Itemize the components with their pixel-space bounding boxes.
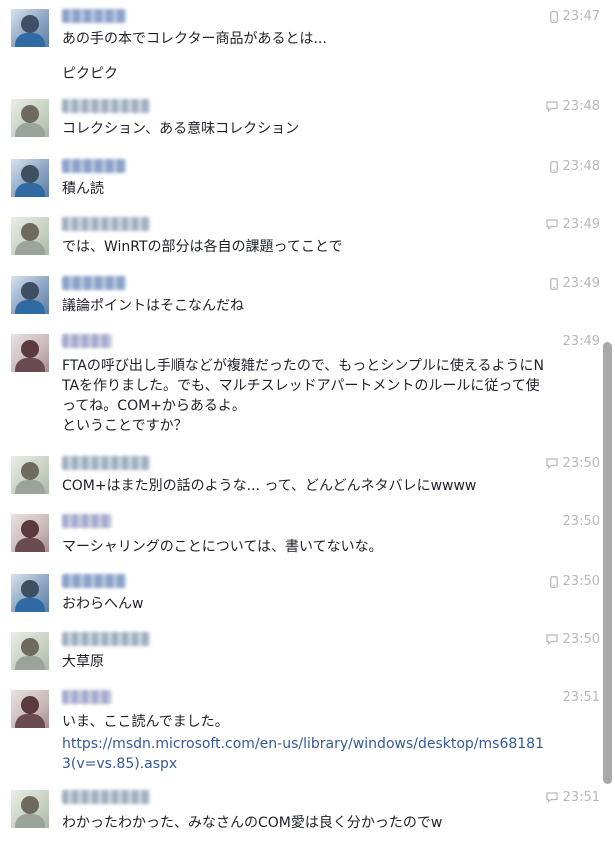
message-link[interactable]: https://msdn.microsoft.com/en-us/library… bbox=[62, 734, 552, 774]
avatar[interactable] bbox=[11, 99, 49, 137]
avatar[interactable] bbox=[11, 574, 49, 612]
sender-name-redacted[interactable] bbox=[62, 690, 112, 704]
message-text: コレクション、ある意味コレクション bbox=[62, 121, 300, 137]
sender-name-redacted[interactable] bbox=[62, 9, 126, 23]
message-timestamp: 23:48 bbox=[549, 159, 600, 175]
avatar[interactable] bbox=[11, 9, 49, 47]
message-timestamp: 23:50 bbox=[545, 632, 600, 648]
message-text: あの手の本でコレクター商品があるとは... bbox=[62, 31, 327, 47]
avatar[interactable] bbox=[11, 217, 49, 255]
mobile-icon bbox=[549, 575, 558, 588]
message-text: ピクピク bbox=[62, 66, 118, 82]
message-timestamp: 23:49 bbox=[549, 276, 600, 292]
message-timestamp: 23:48 bbox=[545, 99, 600, 115]
chat-icon bbox=[545, 219, 558, 230]
sender-name-redacted[interactable] bbox=[62, 159, 126, 173]
message-timestamp: 23:50 bbox=[562, 514, 600, 529]
sender-name-redacted[interactable] bbox=[62, 99, 150, 113]
sender-name-redacted[interactable] bbox=[62, 514, 112, 528]
chat-icon bbox=[545, 792, 558, 803]
message-text: 積ん読 bbox=[62, 181, 104, 197]
message-text: 大草原 bbox=[62, 654, 104, 670]
mobile-icon bbox=[549, 10, 558, 23]
message-timestamp: 23:49 bbox=[545, 217, 600, 233]
mobile-icon bbox=[549, 277, 558, 290]
sender-name-redacted[interactable] bbox=[62, 456, 150, 470]
mobile-icon bbox=[549, 160, 558, 173]
scrollbar[interactable] bbox=[603, 0, 612, 841]
chat-icon bbox=[545, 458, 558, 469]
message-text: FTAの呼び出し手順などが複雑だったので、もっとシンプルに使えるようにNTAを作… bbox=[62, 358, 544, 434]
avatar[interactable] bbox=[11, 456, 49, 494]
message-text: COM+はまた別の話のような... って、どんどんネタバレにwwww bbox=[62, 478, 477, 494]
message-timestamp: 23:50 bbox=[549, 574, 600, 590]
scrollbar-thumb[interactable] bbox=[603, 342, 612, 784]
message-text: 議論ポイントはそこなんだね bbox=[62, 298, 244, 314]
message-timestamp: 23:49 bbox=[562, 334, 600, 349]
sender-name-redacted[interactable] bbox=[62, 632, 150, 646]
message-text: わかったわかった、みなさんのCOM愛は良く分かったのでw bbox=[62, 815, 443, 831]
chat-icon bbox=[545, 634, 558, 645]
avatar[interactable] bbox=[11, 790, 49, 828]
message-text: マーシャリングのことについては、書いてないな。 bbox=[62, 539, 383, 555]
avatar[interactable] bbox=[11, 690, 49, 728]
sender-name-redacted[interactable] bbox=[62, 574, 126, 588]
avatar[interactable] bbox=[11, 276, 49, 314]
avatar[interactable] bbox=[11, 632, 49, 670]
sender-name-redacted[interactable] bbox=[62, 334, 112, 348]
avatar[interactable] bbox=[11, 159, 49, 197]
message-text: いま、ここ読んでました。 bbox=[62, 714, 229, 730]
message-timestamp: 23:51 bbox=[562, 690, 600, 705]
sender-name-redacted[interactable] bbox=[62, 276, 126, 290]
message-timestamp: 23:51 bbox=[545, 790, 600, 806]
avatar[interactable] bbox=[11, 334, 49, 372]
sender-name-redacted[interactable] bbox=[62, 790, 150, 804]
chat-icon bbox=[545, 101, 558, 112]
message-timestamp: 23:50 bbox=[545, 456, 600, 472]
message-timestamp: 23:47 bbox=[549, 9, 600, 25]
sender-name-redacted[interactable] bbox=[62, 217, 150, 231]
avatar[interactable] bbox=[11, 514, 49, 552]
message-text: おわらへんw bbox=[62, 596, 144, 612]
message-text: では、WinRTの部分は各自の課題ってことで bbox=[62, 239, 343, 255]
